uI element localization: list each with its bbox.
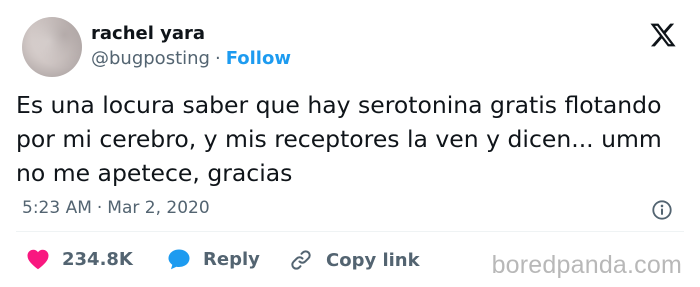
watermark: boredpanda.com [491, 251, 682, 279]
like-count: 234.8K [62, 248, 133, 270]
heart-icon [27, 249, 49, 270]
reply-label: Reply [203, 248, 260, 270]
like-button[interactable]: 234.8K [26, 248, 133, 270]
link-icon [291, 250, 311, 270]
timestamp-separator: · [96, 198, 103, 218]
avatar[interactable] [22, 17, 82, 77]
info-icon[interactable] [651, 199, 673, 221]
author-name[interactable]: rachel yara [91, 23, 205, 44]
copy-link-button[interactable]: Copy link [288, 248, 420, 272]
copy-link-label: Copy link [326, 249, 420, 271]
reply-icon [168, 249, 190, 270]
tweet-text: Es una locura saber que hay serotonina g… [16, 91, 662, 187]
x-logo-icon[interactable] [648, 21, 678, 49]
avatar-shade [22, 17, 82, 77]
author-handle-line: @bugposting · Follow [91, 48, 291, 69]
reply-button[interactable]: Reply [167, 248, 260, 270]
follow-button[interactable]: Follow [226, 48, 291, 69]
divider [16, 231, 684, 232]
tweet-date: Mar 2, 2020 [107, 198, 210, 218]
author-handle[interactable]: @bugposting [91, 48, 210, 69]
tweet-timestamp[interactable]: 5:23 AM · Mar 2, 2020 [22, 198, 210, 218]
handle-separator: · [214, 48, 221, 69]
tweet-time: 5:23 AM [22, 198, 92, 218]
